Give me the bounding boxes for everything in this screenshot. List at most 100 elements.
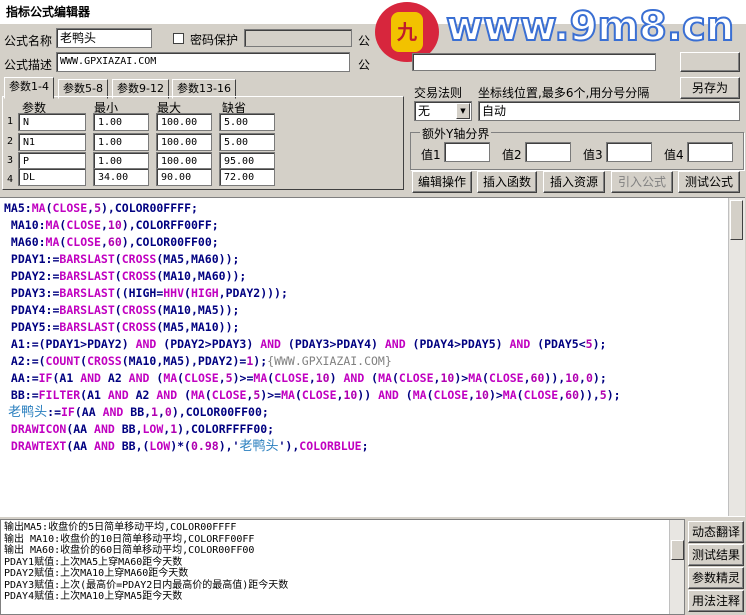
param-min-field[interactable]: 1.00 <box>93 133 149 151</box>
yaxis-field-1[interactable] <box>444 142 490 162</box>
password-field[interactable] <box>244 29 352 47</box>
code-token: CROSS <box>121 269 157 283</box>
edit-operations-button[interactable]: 编辑操作 <box>412 171 472 193</box>
axis-label: 坐标线位置,最多6个,用分号分隔 <box>478 86 650 100</box>
output-log[interactable]: 输出MA5:收盘价的5日简单移动平均,COLOR00FFFF 输出 MA10:收盘… <box>0 519 685 615</box>
code-token: 5 <box>599 388 607 402</box>
param-max-field[interactable]: 90.00 <box>156 168 212 186</box>
output-scrollbar-thumb[interactable] <box>671 540 684 560</box>
code-token: PDAY5:= <box>4 320 60 334</box>
param-min-field[interactable]: 1.00 <box>93 113 149 131</box>
code-token: 60 <box>530 371 545 385</box>
save-as-button[interactable]: 另存为 <box>680 77 740 99</box>
code-token: CLOSE <box>488 371 524 385</box>
code-token: CLOSE <box>274 371 309 385</box>
output-scrollbar[interactable] <box>669 520 684 614</box>
test-formula-button[interactable]: 测试公式 <box>678 171 740 193</box>
insert-resource-button[interactable]: 插入资源 <box>543 171 605 193</box>
chevron-down-icon[interactable]: ▼ <box>456 103 470 119</box>
output-lines: 输出MA5:收盘价的5日简单移动平均,COLOR00FFFF 输出 MA10:收盘… <box>4 522 288 603</box>
code-token: AND <box>94 439 115 453</box>
code-token: ( <box>114 320 122 334</box>
code-token: AND <box>260 337 281 351</box>
code-token: MA <box>412 388 427 402</box>
param-name-field[interactable]: N <box>18 113 86 131</box>
param-default-field[interactable]: 5.00 <box>219 113 275 131</box>
desc-field[interactable]: WWW.GPXIAZAI.COM <box>56 52 350 72</box>
output-line: PDAY2赋值:上次MA10上穿MA60距今天数 <box>4 568 189 579</box>
code-token: MA <box>468 371 483 385</box>
param-row-num: 1 <box>7 116 14 127</box>
code-token: (MA5,MA60)); <box>156 252 240 266</box>
code-token: FILTER <box>38 388 81 402</box>
import-formula-button[interactable]: 引入公式 <box>611 171 673 193</box>
param-min-field[interactable]: 34.00 <box>93 168 149 186</box>
yaxis-label-1: 值1 <box>421 148 441 162</box>
name-field[interactable]: 老鸭头 <box>56 28 152 48</box>
code-line: 老鸭头:=IF(AA AND BB,1,0),COLOR00FF00; <box>4 404 621 421</box>
code-token: ),COLORFF00FF; <box>121 218 219 232</box>
code-token: DRAWTEXT <box>4 439 67 453</box>
yaxis-field-2[interactable] <box>525 142 571 162</box>
output-line: 输出 MA60:收盘价的60日简单移动平均,COLOR00FF00 <box>4 545 255 556</box>
code-token: )) <box>357 388 379 402</box>
param-default-field[interactable]: 72.00 <box>219 168 275 186</box>
param-name-field[interactable]: DL <box>18 168 86 186</box>
code-token: BARSLAST <box>59 252 115 266</box>
code-token: 5 <box>225 371 233 385</box>
right-field[interactable] <box>412 53 656 71</box>
yaxis-field-3[interactable] <box>606 142 652 162</box>
code-token: 10 <box>565 371 580 385</box>
yaxis-field-4[interactable] <box>687 142 733 162</box>
output-line: 输出 MA10:收盘价的10日简单移动平均,COLORFF00FF <box>4 533 255 545</box>
usage-notes-button[interactable]: 用法注释 <box>688 590 744 612</box>
code-token: CROSS <box>121 252 157 266</box>
code-token: (PDAY4>PDAY5) <box>405 337 510 351</box>
right-label-1: 公 <box>358 34 371 48</box>
code-text[interactable]: MA5:MA(CLOSE,5),COLOR00FFFF; MA10:MA(CLO… <box>4 200 621 455</box>
code-token: CLOSE <box>301 388 337 402</box>
password-label: 密码保护 <box>190 33 239 47</box>
code-line: PDAY4:=BARSLAST(CROSS(MA10,MA5)); <box>4 302 621 319</box>
code-token: ); <box>592 337 607 351</box>
code-token: ( <box>204 388 212 402</box>
param-max-field[interactable]: 100.00 <box>156 133 212 151</box>
test-results-button[interactable]: 测试结果 <box>688 544 744 566</box>
code-token: BB, <box>114 422 143 436</box>
code-token: (PDAY3>PDAY4) <box>280 337 385 351</box>
code-token: 0.98 <box>190 439 219 453</box>
code-token: (PDAY5< <box>530 337 586 351</box>
axis-field[interactable]: 自动 <box>478 101 740 121</box>
code-token: ),COLOR00FF00; <box>171 405 269 419</box>
code-token: ( <box>177 388 191 402</box>
code-token: IF <box>38 371 53 385</box>
code-editor[interactable]: MA5:MA(CLOSE,5),COLOR00FFFF; MA10:MA(CLO… <box>0 197 745 517</box>
right-top-button[interactable] <box>680 52 740 72</box>
code-token: COLORBLUE <box>299 439 362 453</box>
insert-function-button[interactable]: 插入函数 <box>477 171 537 193</box>
code-token: ( <box>364 371 379 385</box>
password-checkbox[interactable] <box>173 33 184 44</box>
param-wizard-button[interactable]: 参数精灵 <box>688 567 744 589</box>
name-label: 公式名称 <box>4 34 53 48</box>
param-default-field[interactable]: 5.00 <box>219 133 275 151</box>
code-token: , <box>100 218 108 232</box>
tab-params-1-4[interactable]: 参数1-4 <box>4 77 54 99</box>
code-token: ),COLOR00FF00; <box>121 235 219 249</box>
code-token: DRAWICON <box>4 422 67 436</box>
editor-scrollbar-thumb[interactable] <box>730 200 743 240</box>
code-token: IF <box>61 405 75 419</box>
code-token: COUNT <box>45 354 81 368</box>
code-line: PDAY1:=BARSLAST(CROSS(MA5,MA60)); <box>4 251 621 268</box>
code-token: CROSS <box>87 354 122 368</box>
editor-scrollbar[interactable] <box>728 198 745 516</box>
dynamic-translate-button[interactable]: 动态翻译 <box>688 521 744 543</box>
code-token: (AA <box>66 422 95 436</box>
code-token: MA <box>281 388 295 402</box>
code-token: ( <box>45 201 53 215</box>
output-line: 输出MA5:收盘价的5日简单移动平均,COLOR00FFFF <box>4 522 237 533</box>
code-token: ( <box>149 371 164 385</box>
param-max-field[interactable]: 100.00 <box>156 113 212 131</box>
code-token: '), <box>278 439 300 453</box>
param-name-field[interactable]: N1 <box>18 133 86 151</box>
